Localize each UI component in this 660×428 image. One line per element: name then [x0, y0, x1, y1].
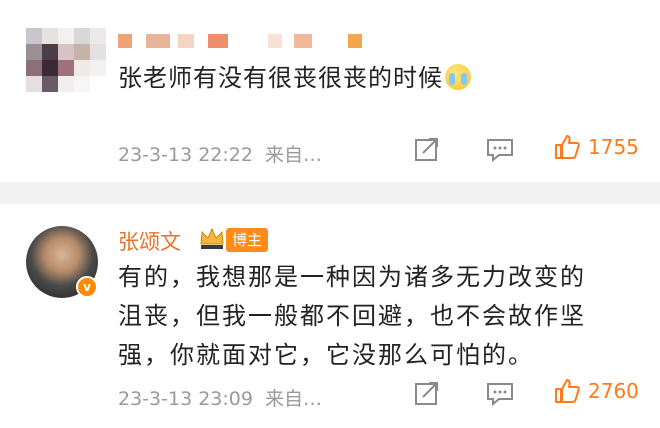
comment-icon: [487, 383, 513, 406]
comment-2: v 张颂文 博主 有的，我想那是一种因为诸多无力改变的 沮丧，但我一般都不回避，…: [0, 204, 660, 428]
source[interactable]: 来自…: [265, 388, 322, 410]
username-blurred[interactable]: [118, 34, 378, 52]
comment-1: 张老师有没有很丧很丧的时候 23-3-13 22:22 来自… 1755: [0, 0, 660, 182]
timestamp: 23-3-13 23:09: [118, 388, 253, 410]
comment-meta: 23-3-13 22:22 来自…: [118, 140, 322, 167]
share-icon: [415, 138, 438, 161]
section-divider: [0, 182, 660, 204]
crown-icon: [200, 227, 224, 249]
comment-line: 沮丧，但我一般都不回避，也不会故作坚: [118, 302, 586, 330]
avatar[interactable]: [26, 28, 106, 92]
reply-button[interactable]: [486, 382, 514, 406]
blogger-badge: 博主: [226, 228, 269, 252]
thumbs-up-icon: [555, 379, 580, 403]
like-count: 1755: [588, 135, 639, 159]
comment-text: 张老师有没有很丧很丧的时候: [118, 58, 471, 93]
author-name[interactable]: 张颂文: [118, 226, 181, 256]
share-button[interactable]: [414, 380, 440, 406]
share-button[interactable]: [414, 136, 440, 162]
comment-meta: 23-3-13 23:09 来自…: [118, 384, 322, 411]
crying-face-icon: [445, 64, 471, 90]
share-icon: [415, 382, 438, 405]
like-count: 2760: [588, 379, 639, 403]
comment-line: 强，你就面对它，它没那么可怕的。: [118, 341, 534, 369]
comment-line: 有的，我想那是一种因为诸多无力改变的: [118, 263, 586, 291]
comment-text: 有的，我想那是一种因为诸多无力改变的 沮丧，但我一般都不回避，也不会故作坚 强，…: [118, 258, 638, 375]
reply-button[interactable]: [486, 138, 514, 162]
source[interactable]: 来自…: [265, 144, 322, 166]
thumbs-up-icon: [555, 135, 580, 159]
verified-badge-icon: v: [76, 276, 98, 298]
comment-icon: [487, 139, 513, 162]
like-button[interactable]: 1755: [554, 134, 639, 160]
timestamp: 23-3-13 22:22: [118, 144, 253, 166]
like-button[interactable]: 2760: [554, 378, 639, 404]
